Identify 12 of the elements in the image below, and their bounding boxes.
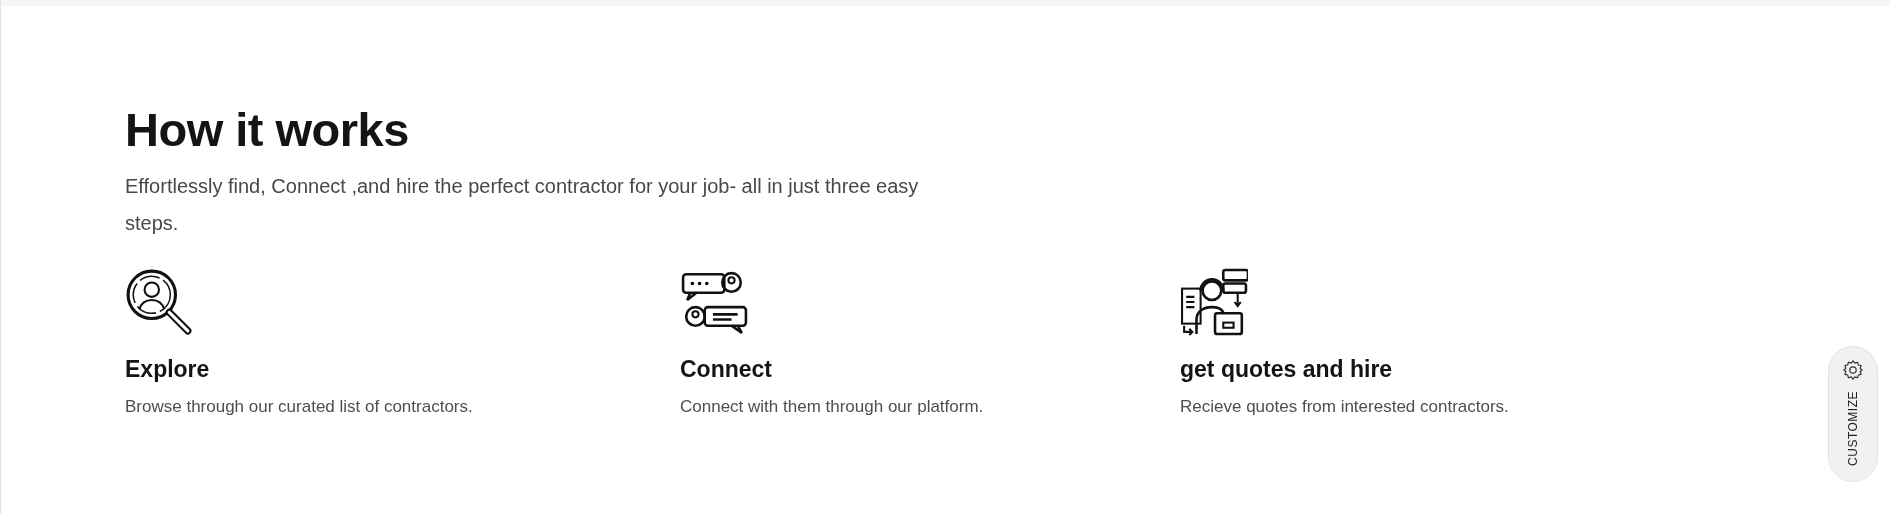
step-title: Explore (125, 356, 211, 384)
magnifier-person-icon (125, 268, 193, 337)
support-agent-icon (1180, 268, 1248, 337)
step-title: get quotes and hire (1180, 356, 1394, 384)
step-description: Recieve quotes from interested contractors. (1180, 396, 1510, 418)
section-subtitle: Effortlessly find, Connect ,and hire the perfect contractor for your job- all in just three easy steps. (125, 174, 920, 237)
step-description: Browse through our curated list of contractors. (125, 396, 474, 418)
step-description: Connect with them through our platform. (680, 396, 985, 418)
step-title: Connect (680, 356, 773, 384)
section-title: How it works (125, 102, 410, 158)
settings-icon (1842, 359, 1864, 381)
customize-button[interactable]: CUSTOMIZE (1828, 346, 1878, 482)
